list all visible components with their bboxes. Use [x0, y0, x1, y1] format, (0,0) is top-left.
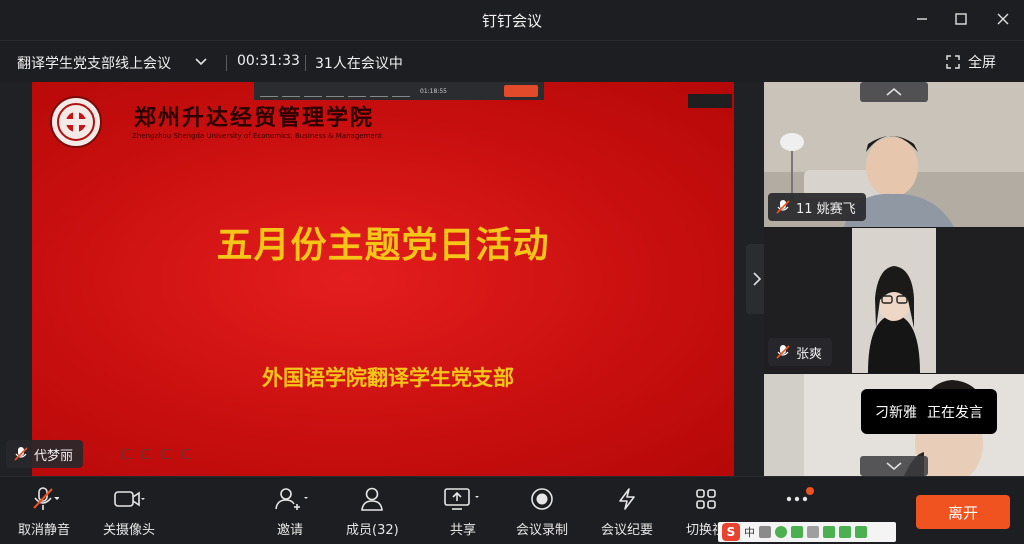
add-user-icon: [275, 488, 308, 510]
mic-muted-icon: [776, 200, 790, 214]
presenter-name-tag: 代梦丽: [6, 440, 84, 468]
minimize-button[interactable]: [909, 8, 935, 32]
maximize-icon: [955, 13, 967, 25]
members-button[interactable]: 成员(32): [346, 483, 399, 538]
minimize-icon: [917, 18, 927, 20]
meeting-info-bar: 翻译学生党支部线上会议 00:31:33 31人在会议中 全屏: [0, 40, 1024, 82]
emoji-icon: [775, 526, 787, 538]
voice-icon: [791, 526, 803, 538]
shared-slide: 01:18:55 郑州升达经贸管理学院 Zhengzhou Shengda Un…: [32, 82, 734, 476]
participant-count: 31人在会议中: [315, 56, 403, 72]
school-logo: [50, 96, 102, 148]
keyboard-icon: [807, 526, 819, 538]
title-bar: 钉钉会议: [0, 0, 1024, 40]
chevron-down-icon: [886, 462, 902, 471]
fullscreen-label: 全屏: [968, 55, 996, 71]
shared-screen-area: 01:18:55 郑州升达经贸管理学院 Zhengzhou Shengda Un…: [0, 82, 764, 476]
punctuation-icon: [759, 526, 771, 538]
camera-off-label: 关摄像头: [103, 523, 156, 538]
close-icon: [997, 13, 1009, 25]
fullscreen-button[interactable]: 全屏: [946, 51, 996, 73]
record-label: 会议录制: [516, 523, 569, 538]
invite-button[interactable]: 邀请: [272, 483, 308, 538]
presenter-corner-panel: [688, 94, 732, 108]
participant-name-tag: 11 姚赛飞: [768, 193, 866, 221]
toolbox-icon: [855, 526, 867, 538]
unmute-button[interactable]: 取消静音: [18, 483, 70, 538]
share-screen-icon: [444, 488, 479, 510]
invite-label: 邀请: [276, 523, 303, 538]
school-name: 郑州升达经贸管理学院: [134, 105, 375, 131]
presenter-mini-toolbar: 01:18:55: [254, 82, 544, 100]
chevron-right-icon: [753, 272, 762, 286]
chevron-down-icon[interactable]: [193, 54, 209, 70]
participant-name: 张爽: [796, 346, 823, 362]
slide-controls: [122, 449, 192, 459]
mic-muted-icon: [776, 345, 790, 359]
divider: [305, 55, 306, 71]
divider: [226, 55, 227, 71]
grid-layout-icon: [695, 489, 716, 509]
share-label: 共享: [449, 523, 476, 538]
mic-muted-icon: [14, 447, 28, 461]
notification-dot: [806, 487, 814, 495]
skin-icon: [823, 526, 835, 538]
speaking-status: 正在发言: [927, 404, 983, 421]
fullscreen-icon: [946, 55, 960, 69]
sogou-ime-icon: S: [722, 523, 740, 541]
camera-off-button[interactable]: 关摄像头: [103, 483, 155, 538]
participant-video[interactable]: 张爽: [764, 228, 1024, 373]
leave-button[interactable]: 离开: [916, 495, 1010, 529]
mic-muted-icon: [33, 487, 59, 510]
record-button[interactable]: 会议录制: [516, 483, 568, 538]
members-icon: [361, 487, 384, 511]
ai-minutes-icon: [619, 488, 635, 510]
window-title: 钉钉会议: [481, 12, 542, 30]
participant-video[interactable]: 11 姚赛飞: [764, 82, 1024, 227]
camera-icon: [114, 491, 145, 507]
scroll-down-button[interactable]: [860, 456, 928, 476]
chevron-up-icon: [886, 87, 902, 96]
slide-subtitle: 外国语学院翻译学生党支部: [262, 366, 514, 390]
slide-title: 五月份主题党日活动: [216, 225, 550, 266]
minutes-button[interactable]: 会议纪要: [601, 483, 653, 538]
ime-toolbar[interactable]: S 中: [718, 522, 896, 542]
speaking-indicator: 刁新雅 正在发言: [861, 389, 997, 434]
share-button[interactable]: 共享: [443, 483, 483, 538]
school-name-en: Zhengzhou Shengda University of Economic…: [132, 132, 382, 140]
presenter-name: 代梦丽: [34, 448, 74, 464]
close-button[interactable]: [990, 8, 1016, 32]
shirt-icon: [839, 526, 851, 538]
participant-name: 11 姚赛飞: [796, 201, 856, 217]
speaking-name: 刁新雅: [875, 404, 917, 421]
scroll-up-button[interactable]: [860, 82, 928, 102]
participant-name-tag: 张爽: [768, 338, 833, 366]
unmute-label: 取消静音: [18, 523, 71, 538]
meeting-name[interactable]: 翻译学生党支部线上会议: [17, 53, 171, 73]
members-label: 成员(32): [346, 523, 399, 538]
maximize-button[interactable]: [948, 8, 974, 32]
inner-timer: 01:18:55: [420, 87, 447, 95]
meeting-timer: 00:31:33: [237, 53, 300, 69]
ime-mode: 中: [744, 526, 755, 539]
minutes-label: 会议纪要: [601, 523, 654, 538]
record-icon: [531, 488, 553, 510]
